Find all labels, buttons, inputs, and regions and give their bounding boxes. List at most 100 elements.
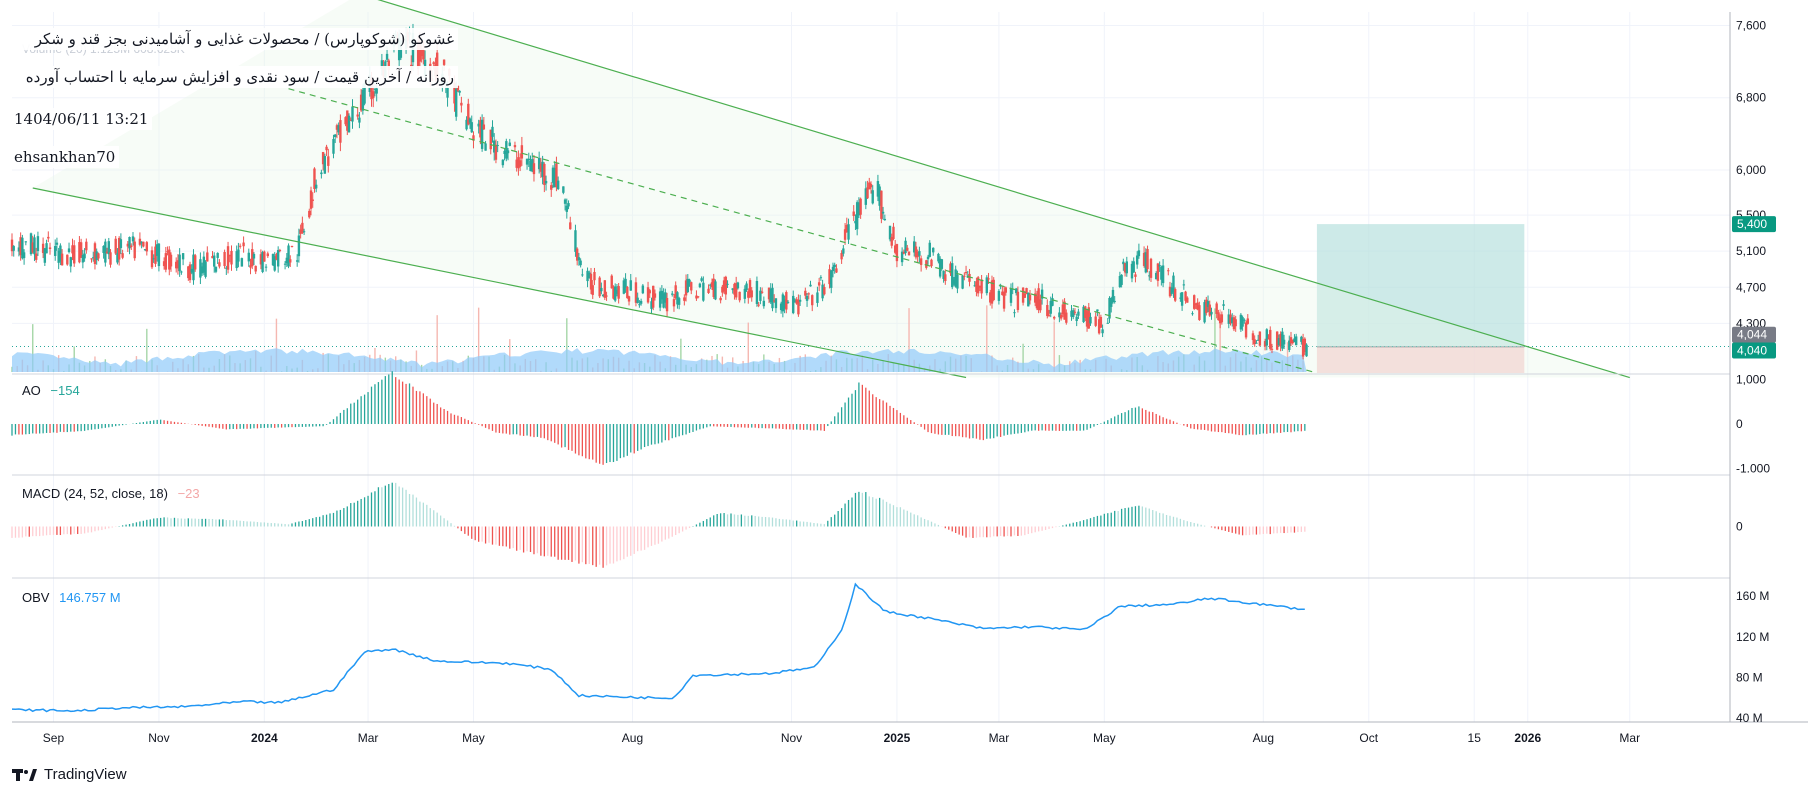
macd-label: MACD (24, 52, close, 18) [22, 486, 168, 501]
candle-body [24, 241, 28, 243]
candle-body [1158, 265, 1161, 267]
candle-body [83, 253, 86, 259]
candle-body [520, 145, 524, 159]
candle-body [142, 241, 145, 247]
candle-body [1016, 291, 1020, 310]
candle-body [1255, 342, 1258, 344]
candle-body [48, 247, 52, 249]
candle-body [907, 251, 911, 256]
time-tick-label: Nov [148, 731, 169, 745]
candle-body [107, 241, 110, 255]
candle-body [785, 292, 788, 310]
brand-name: TradingView [44, 766, 127, 783]
candle-body [67, 248, 71, 253]
candle-body [646, 287, 650, 303]
macd-legend[interactable]: MACD (24, 52, close, 18) −23 [22, 486, 200, 501]
author-name: ehsankhan70 [10, 146, 120, 168]
candle-body [700, 278, 703, 281]
candle-body [755, 280, 759, 304]
candle-body [940, 259, 944, 269]
candle-body [508, 142, 511, 146]
candle-body [484, 143, 487, 151]
candle-body [1210, 311, 1213, 315]
candle-body [1234, 319, 1237, 327]
candle-body [869, 184, 873, 188]
candle-body [482, 124, 486, 130]
candle-body [881, 211, 885, 214]
candle-body [226, 246, 230, 270]
candle-body [240, 258, 244, 267]
candle-body [798, 299, 802, 302]
time-tick-label: May [1093, 731, 1116, 745]
candle-body [1009, 288, 1013, 303]
candle-body [1294, 336, 1298, 346]
candle-body [442, 59, 446, 65]
candle-body [562, 186, 565, 193]
candle-body [1059, 314, 1063, 319]
candle-body [750, 290, 753, 298]
candle-body [1047, 314, 1051, 316]
macd-tick-label: 0 [1736, 520, 1743, 534]
candle-body [819, 277, 823, 279]
candle-body [918, 251, 921, 256]
candle-body [830, 270, 833, 288]
candle-body [1135, 255, 1139, 265]
candle-body [1167, 270, 1170, 272]
candle-body [605, 295, 608, 297]
candle-body [372, 91, 375, 99]
candle-body [944, 274, 947, 282]
candle-body [786, 301, 790, 303]
candle-body [223, 251, 226, 267]
candle-body [627, 296, 631, 302]
candle-body [556, 180, 560, 190]
candle-body [641, 285, 645, 294]
candle-body [719, 297, 722, 301]
ao-legend[interactable]: AO −154 [22, 383, 80, 398]
candle-body [527, 158, 530, 161]
candle-body [460, 102, 463, 106]
candle-body [169, 254, 173, 267]
candle-body [130, 245, 133, 248]
candle-body [180, 271, 183, 273]
candle-body [738, 291, 741, 301]
candle-body [157, 243, 161, 267]
candle-body [385, 53, 389, 60]
chart-canvas[interactable]: 7,6006,8006,0005,5005,1004,7004,3001,000… [0, 0, 1819, 798]
candle-body [1089, 316, 1092, 324]
candle-body [968, 273, 971, 282]
candle-body [904, 240, 907, 254]
obv-legend[interactable]: OBV 146.757 M [22, 590, 121, 605]
candle-body [458, 90, 461, 93]
candle-body [55, 242, 59, 245]
candle-body [895, 244, 899, 262]
tradingview-logo-icon [12, 768, 37, 781]
candle-body [807, 293, 810, 295]
entry-price-tag: 4,040 [1737, 343, 1767, 357]
candle-body [805, 295, 809, 301]
snapshot-datetime: 1404/06/11 13:21 [10, 108, 153, 130]
candle-body [1134, 274, 1137, 277]
tradingview-branding[interactable]: TradingView [12, 766, 127, 783]
candle-body [714, 281, 717, 300]
candle-body [835, 268, 838, 273]
candle-body [283, 263, 287, 265]
price-tick-label: 6,800 [1736, 91, 1766, 105]
candle-body [1053, 316, 1056, 319]
candle-body [114, 238, 117, 254]
obv-label: OBV [22, 590, 50, 605]
candle-body [1305, 344, 1308, 357]
candle-body [797, 299, 800, 315]
time-tick-label: Nov [781, 731, 802, 745]
candle-body [133, 241, 136, 259]
candle-body [178, 254, 181, 272]
time-tick-label: 2026 [1514, 731, 1541, 745]
candle-body [1096, 309, 1099, 312]
candle-body [726, 283, 729, 285]
time-tick-label: Mar [1619, 731, 1640, 745]
candle-body [932, 247, 935, 253]
candle-body [1258, 331, 1262, 346]
candle-body [1146, 249, 1149, 270]
candle-body [90, 258, 93, 260]
candle-body [351, 106, 354, 122]
price-tick-label: 6,000 [1736, 163, 1766, 177]
